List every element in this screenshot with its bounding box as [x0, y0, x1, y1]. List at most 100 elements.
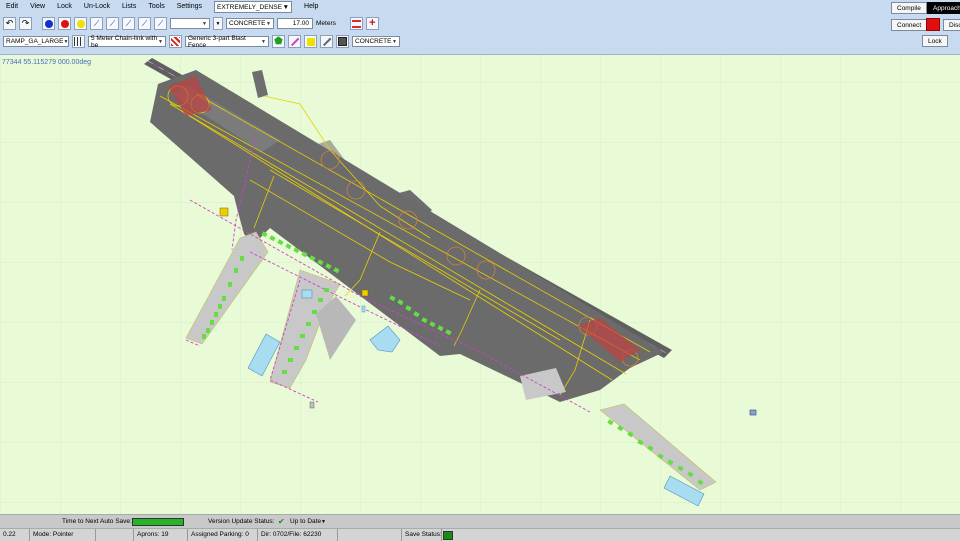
yellow-circle-icon [76, 19, 85, 28]
chevron-down-icon: ▼ [215, 20, 221, 27]
status-bar-top: Time to Next Auto Save: Version Update S… [0, 514, 960, 529]
apron-square-icon [338, 37, 347, 46]
status-dir-file: Dir: 0702/File: 62230 [258, 529, 338, 541]
grid-icon [74, 37, 83, 46]
chevron-down-icon: ▼ [266, 20, 271, 27]
density-select[interactable]: EXTREMELY_DENSE ▼ [214, 1, 293, 13]
chevron-down-icon: ▼ [392, 38, 397, 45]
ramp-type-value: RAMP_GA_LARGE [6, 38, 64, 45]
blast-fence-icon [171, 37, 180, 46]
apron-tool-button[interactable] [336, 35, 349, 48]
polygon-tool-button[interactable]: ⬟ [272, 35, 285, 48]
approach-button[interactable]: Approach [927, 2, 960, 14]
width-unit-label: Meters [316, 20, 336, 27]
disconnect-button[interactable]: Disco [943, 19, 960, 31]
line-segment-icon: ⟋ [93, 18, 100, 28]
line-tool-4-button[interactable]: ⟋ [138, 17, 151, 30]
toolbar-row-1: ↶ ↷ ⟋ ⟋ ⟋ ⟋ ⟋ ▼ ▼ CONCRETE ▼ 17.00 Meter… [3, 17, 382, 30]
chevron-down-icon: ▼ [321, 519, 326, 525]
top-toolbar: Edit View Lock Un-Lock Lists Tools Setti… [0, 0, 960, 55]
pink-line-button[interactable] [288, 35, 301, 48]
line-tool-1-button[interactable]: ⟋ [90, 17, 103, 30]
connect-button[interactable]: Connect [891, 19, 928, 31]
lock-button[interactable]: Lock [922, 35, 948, 47]
yellow-point-button[interactable] [74, 17, 87, 30]
chevron-down-icon: ▼ [63, 38, 69, 45]
width-input[interactable]: 17.00 [277, 18, 313, 29]
checkmark-icon: ✔ [278, 517, 285, 526]
save-status-indicator [443, 530, 453, 540]
diagonal-line-icon [290, 37, 299, 46]
menu-unlock[interactable]: Un-Lock [78, 0, 116, 14]
status-coord: 0.22 [0, 529, 30, 541]
line-type-select[interactable]: ▼ [170, 18, 210, 29]
blast-fence-value: Generic 3-part Blast Fence [188, 34, 246, 49]
menu-help[interactable]: Help [298, 0, 324, 14]
version-value[interactable]: Up to Date [290, 518, 321, 525]
compile-button[interactable]: Compile [891, 2, 927, 14]
menu-tools[interactable]: Tools [142, 0, 170, 14]
status-spacer-2 [338, 529, 402, 541]
density-value: EXTREMELY_DENSE [217, 3, 282, 11]
fence-grid-button[interactable] [72, 35, 85, 48]
undo-icon: ↶ [5, 18, 14, 28]
status-bar-bottom: 0.22 Mode: Pointer Aprons: 19 Assigned P… [0, 528, 960, 541]
map-canvas[interactable]: 77344 55.115279 000.00deg [0, 55, 960, 514]
runway-icon [351, 19, 361, 28]
toolbar-row-2: RAMP_GA_LARGE ▼ 5 Meter Chain-link with … [3, 34, 403, 49]
pentagon-icon: ⬟ [274, 36, 283, 47]
menu-edit[interactable]: Edit [0, 0, 24, 14]
red-circle-icon [60, 19, 69, 28]
blue-circle-icon [44, 19, 53, 28]
blue-point-button[interactable] [42, 17, 55, 30]
menu-lists[interactable]: Lists [116, 0, 142, 14]
line-c-icon: ⟋ [141, 18, 148, 28]
menu-bar: Edit View Lock Un-Lock Lists Tools Setti… [0, 0, 324, 14]
redo-icon: ↷ [21, 18, 30, 28]
red-point-button[interactable] [58, 17, 71, 30]
chevron-down-icon: ▼ [158, 38, 163, 45]
line-tool-2-button[interactable]: ⟋ [106, 17, 119, 30]
status-spacer [96, 529, 134, 541]
dropdown-toggle-button[interactable]: ▼ [213, 17, 223, 30]
menu-settings[interactable]: Settings [171, 0, 208, 14]
status-aprons: Aprons: 19 [134, 529, 188, 541]
ramp-type-select[interactable]: RAMP_GA_LARGE ▼ [3, 36, 69, 47]
chevron-down-icon: ▼ [261, 38, 266, 45]
line-tool-3-button[interactable]: ⟋ [122, 17, 135, 30]
line-x-icon: ⟋ [125, 18, 132, 28]
surface2-value: CONCRETE [355, 38, 392, 45]
fence-type-select[interactable]: 5 Meter Chain-link with be ▼ [88, 34, 166, 49]
connection-status-indicator [926, 18, 940, 31]
fence-type-value: 5 Meter Chain-link with be [91, 34, 158, 49]
autosave-progress [132, 518, 184, 526]
line-tool-5-button[interactable]: ⟋ [154, 17, 167, 30]
surface2-select[interactable]: CONCRETE ▼ [352, 36, 400, 47]
menu-view[interactable]: View [24, 0, 51, 14]
chevron-down-icon: ▼ [282, 3, 290, 11]
diagonal-line-icon [322, 37, 331, 46]
status-mode: Mode: Pointer [30, 529, 96, 541]
blast-fence-button[interactable] [169, 35, 182, 48]
line-dots-icon: ⟋ [109, 18, 116, 28]
add-marker-button[interactable]: + [365, 17, 379, 30]
save-status-label: Save Status: [402, 529, 442, 541]
surface-value: CONCRETE [229, 20, 266, 27]
cursor-coordinates: 77344 55.115279 000.00deg [2, 59, 92, 66]
menu-lock[interactable]: Lock [51, 0, 78, 14]
version-label: Version Update Status: [208, 518, 275, 525]
plus-icon: + [369, 17, 376, 29]
chevron-down-icon: ▼ [202, 20, 207, 27]
redo-button[interactable]: ↷ [19, 17, 32, 30]
surface-select[interactable]: CONCRETE ▼ [226, 18, 274, 29]
status-assigned-parking: Assigned Parking: 0 [188, 529, 258, 541]
gray-line-button[interactable] [320, 35, 333, 48]
blast-fence-select[interactable]: Generic 3-part Blast Fence ▼ [185, 34, 269, 49]
airport-layout [0, 55, 960, 514]
undo-button[interactable]: ↶ [3, 17, 16, 30]
autosave-label: Time to Next Auto Save: [62, 518, 132, 525]
yellow-square-icon [306, 37, 315, 46]
line-v-icon: ⟋ [157, 18, 164, 28]
yellow-fill-button[interactable] [304, 35, 317, 48]
runway-tool-button[interactable] [349, 17, 363, 30]
